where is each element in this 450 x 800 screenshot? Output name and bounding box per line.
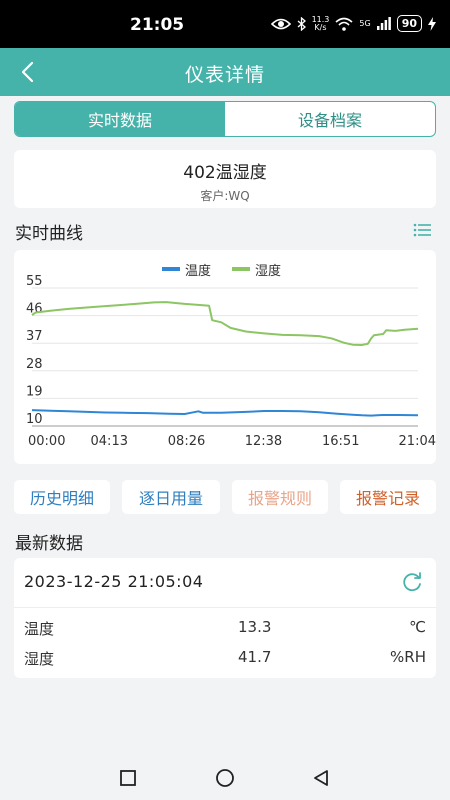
row-value: 13.3 [238, 618, 272, 636]
x-tick-label: 04:13 [91, 434, 128, 449]
series-line [31, 301, 419, 346]
daily-usage-button[interactable]: 逐日用量 [122, 480, 220, 514]
status-bar: 21:05 11.3 K/s 5G 90 [0, 0, 450, 48]
row-value: 41.7 [238, 648, 272, 666]
legend-label: 温度 [185, 263, 211, 279]
home-icon[interactable] [213, 766, 237, 790]
tab-realtime-data[interactable]: 实时数据 [15, 102, 225, 136]
row-unit: %RH [390, 648, 426, 666]
status-time: 21:05 [130, 15, 185, 35]
curve-section-title: 实时曲线 [15, 224, 83, 244]
x-tick-label: 16:51 [322, 434, 359, 449]
wifi-icon [335, 17, 353, 31]
device-info-card: 402温湿度 客户:WQ [14, 150, 436, 208]
realtime-chart: 10192837465500:00 04:13 08:26 12:38 16:51 21:… [26, 263, 436, 449]
y-tick-label: 55 [26, 274, 43, 289]
bluetooth-icon [297, 16, 306, 31]
x-tick-label: 08:26 [168, 434, 205, 449]
y-tick-label: 19 [26, 384, 43, 399]
latest-data-card: 2023-12-25 21:05:04 温度 13.3 ℃ 湿度 41.7 %R… [14, 558, 436, 678]
back-icon[interactable] [309, 766, 333, 790]
y-tick-label: 10 [26, 412, 43, 427]
app-header: 仪表详情 [0, 48, 450, 96]
history-details-button[interactable]: 历史明细 [14, 480, 110, 514]
row-label: 温度 [24, 620, 55, 638]
latest-row-temperature: 温度 13.3 ℃ [24, 618, 426, 642]
status-icons: 11.3 K/s 5G 90 [270, 14, 436, 32]
eye-icon [270, 18, 291, 29]
divider [14, 607, 436, 608]
charging-icon [428, 16, 436, 31]
row-unit: ℃ [409, 618, 426, 636]
x-tick-label: 00:00 [28, 434, 65, 449]
latest-timestamp: 2023-12-25 21:05:04 [24, 572, 204, 591]
y-tick-label: 37 [26, 329, 43, 344]
device-client: 客户:WQ [200, 189, 250, 203]
network-type: 5G [359, 19, 371, 28]
network-speed: 11.3 K/s [311, 14, 330, 32]
series-line [31, 409, 419, 417]
recent-apps-icon[interactable] [116, 766, 140, 790]
y-tick-label: 28 [26, 357, 43, 372]
alarm-rules-button[interactable]: 报警规则 [232, 480, 328, 514]
list-icon[interactable] [413, 222, 431, 238]
signal-icon [376, 17, 391, 30]
alarm-records-button[interactable]: 报警记录 [340, 480, 436, 514]
action-buttons: 历史明细 逐日用量 报警规则 报警记录 [14, 480, 436, 514]
realtime-chart-card: 10 19 28 37 46 55 00:00 04:13 08:26 12:38 16:51 21:… [14, 250, 436, 464]
legend-swatch [162, 267, 180, 271]
tab-device-profile[interactable]: 设备档案 [225, 102, 435, 136]
device-name: 402温湿度 [183, 163, 267, 183]
latest-row-humidity: 湿度 41.7 %RH [24, 648, 426, 672]
page-title: 仪表详情 [184, 64, 265, 86]
x-tick-label: 21:04 [399, 434, 436, 449]
latest-section-title: 最新数据 [15, 534, 83, 554]
battery-level: 90 [396, 15, 422, 32]
x-tick-label: 12:38 [245, 434, 282, 449]
legend-swatch [232, 267, 250, 271]
refresh-icon[interactable] [400, 570, 424, 594]
legend-label: 湿度 [255, 263, 281, 279]
tab-bar: 实时数据 设备档案 [14, 101, 436, 137]
row-label: 湿度 [24, 650, 55, 668]
system-navigation-bar [0, 756, 450, 800]
